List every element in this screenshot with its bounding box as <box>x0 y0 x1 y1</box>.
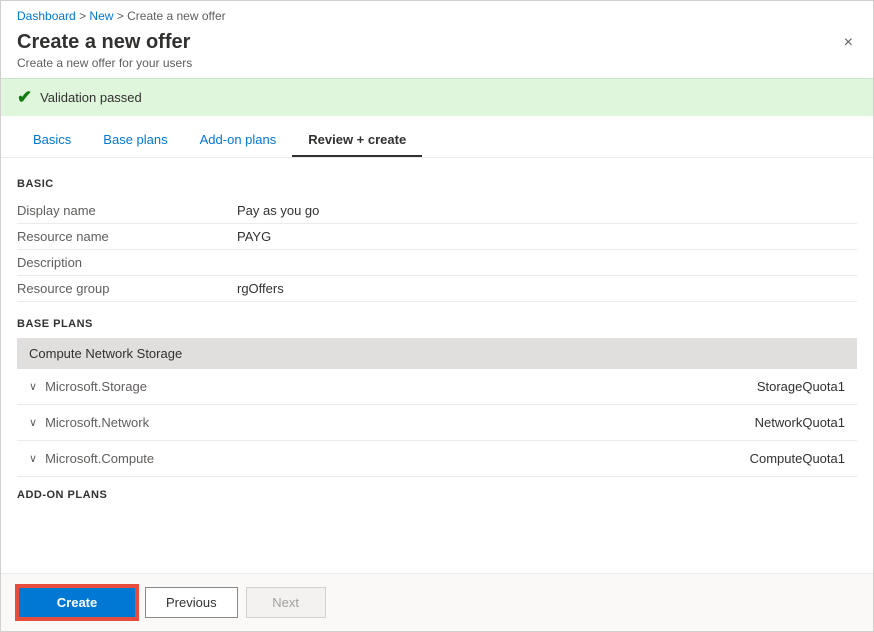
base-plans-section: BASE PLANS Compute Network Storage ∨ Mic… <box>17 318 857 477</box>
field-label-display-name: Display name <box>17 203 237 218</box>
field-value-resource-group: rgOffers <box>237 281 284 296</box>
base-plans-header: Compute Network Storage <box>17 338 857 369</box>
main-content: BASIC Display name Pay as you go Resourc… <box>1 158 873 573</box>
field-label-description: Description <box>17 255 237 270</box>
basic-section-title: BASIC <box>17 178 857 190</box>
field-resource-name: Resource name PAYG <box>17 224 857 250</box>
field-label-resource-name: Resource name <box>17 229 237 244</box>
next-button: Next <box>246 587 326 618</box>
footer: Create Previous Next <box>1 573 873 631</box>
chevron-compute-icon: ∨ <box>29 452 37 465</box>
breadcrumb-dashboard[interactable]: Dashboard <box>17 9 76 23</box>
field-display-name: Display name Pay as you go <box>17 198 857 224</box>
plan-name-network: Microsoft.Network <box>45 415 755 430</box>
plan-row-compute: ∨ Microsoft.Compute ComputeQuota1 <box>17 441 857 477</box>
tab-bar: Basics Base plans Add-on plans Review + … <box>1 124 873 158</box>
plan-name-compute: Microsoft.Compute <box>45 451 750 466</box>
plan-row-network: ∨ Microsoft.Network NetworkQuota1 <box>17 405 857 441</box>
field-label-resource-group: Resource group <box>17 281 237 296</box>
plan-quota-network: NetworkQuota1 <box>755 415 845 430</box>
chevron-storage-icon: ∨ <box>29 380 37 393</box>
field-resource-group: Resource group rgOffers <box>17 276 857 302</box>
check-icon: ✔ <box>17 87 32 108</box>
breadcrumb-current: Create a new offer <box>127 9 226 23</box>
page-header: Create a new offer Create a new offer fo… <box>1 27 873 78</box>
main-window: Dashboard > New > Create a new offer Cre… <box>0 0 874 632</box>
addon-plans-section: ADD-ON PLANS <box>17 489 857 501</box>
chevron-network-icon: ∨ <box>29 416 37 429</box>
validation-banner: ✔ Validation passed <box>1 78 873 116</box>
base-plans-section-title: BASE PLANS <box>17 318 857 330</box>
tab-base-plans[interactable]: Base plans <box>87 124 183 157</box>
breadcrumb: Dashboard > New > Create a new offer <box>1 1 873 27</box>
plan-quota-storage: StorageQuota1 <box>757 379 845 394</box>
basic-section: BASIC Display name Pay as you go Resourc… <box>17 178 857 302</box>
page-title: Create a new offer <box>17 31 192 54</box>
plan-name-storage: Microsoft.Storage <box>45 379 757 394</box>
close-button[interactable]: × <box>840 31 857 55</box>
breadcrumb-new[interactable]: New <box>89 9 113 23</box>
field-value-resource-name: PAYG <box>237 229 271 244</box>
tab-basics[interactable]: Basics <box>17 124 87 157</box>
tab-addon-plans[interactable]: Add-on plans <box>184 124 293 157</box>
field-value-display-name: Pay as you go <box>237 203 319 218</box>
plan-row-storage: ∨ Microsoft.Storage StorageQuota1 <box>17 369 857 405</box>
create-button[interactable]: Create <box>17 586 137 619</box>
validation-message: Validation passed <box>40 90 142 105</box>
field-description: Description <box>17 250 857 276</box>
plan-quota-compute: ComputeQuota1 <box>750 451 845 466</box>
tab-review-create[interactable]: Review + create <box>292 124 422 157</box>
previous-button[interactable]: Previous <box>145 587 238 618</box>
addon-plans-section-title: ADD-ON PLANS <box>17 489 857 501</box>
page-subtitle: Create a new offer for your users <box>17 56 192 70</box>
